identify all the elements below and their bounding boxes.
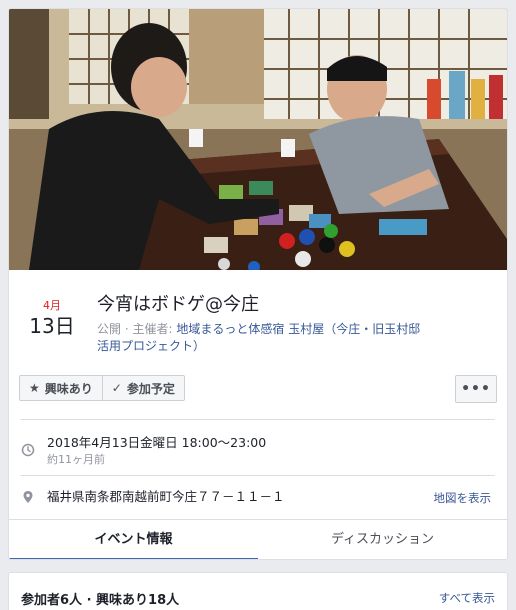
attendance-summary: 参加者6人 · 興味あり18人	[21, 593, 180, 608]
event-cover-photo[interactable]	[9, 9, 507, 270]
event-card: 4月 13日 今宵はボドゲ@今庄 公開 · 主催者: 地域まるっと体感宿 玉村屋…	[8, 8, 508, 560]
event-meta: 公開 · 主催者: 地域まるっと体感宿 玉村屋（今庄・旧玉村邸 活用プロジェクト…	[97, 321, 487, 355]
interested-label: 興味あり	[44, 381, 93, 396]
event-address[interactable]: 福井県南条郡南越前町今庄７７－１１－１	[47, 488, 285, 505]
check-icon: ✓	[111, 381, 122, 395]
going-label: 参加予定	[126, 381, 175, 396]
attendance-card: 参加者6人 · 興味あり18人 すべて表示	[8, 572, 508, 610]
event-visibility: 公開	[97, 322, 122, 336]
event-action-buttons: ★ 興味あり ✓ 参加予定	[19, 375, 185, 401]
star-icon: ★	[29, 381, 40, 395]
event-date-block: 4月 13日	[25, 299, 79, 339]
location-pin-icon	[23, 491, 33, 503]
cover-photo-image	[9, 9, 507, 270]
event-day: 13日	[29, 314, 75, 338]
going-button[interactable]: ✓ 参加予定	[102, 375, 185, 401]
event-relative-time: 約11ヶ月前	[47, 453, 105, 466]
clock-icon	[21, 443, 35, 457]
event-month: 4月	[43, 299, 61, 312]
tab-event-info[interactable]: イベント情報	[9, 520, 258, 559]
host-link-continued[interactable]: 活用プロジェクト）	[97, 339, 205, 353]
see-all-link[interactable]: すべて表示	[439, 590, 495, 606]
show-map-link[interactable]: 地図を表示	[434, 490, 492, 506]
meta-separator: ·	[124, 322, 129, 336]
interested-button[interactable]: ★ 興味あり	[19, 375, 103, 401]
event-datetime[interactable]: 2018年4月13日金曜日 18:00〜23:00	[47, 434, 266, 451]
event-tabs: イベント情報 ディスカッション	[9, 519, 507, 559]
host-link[interactable]: 地域まるっと体感宿 玉村屋（今庄・旧玉村邸	[176, 322, 420, 336]
event-title: 今宵はボドゲ@今庄	[97, 294, 259, 315]
tab-discussion[interactable]: ディスカッション	[258, 520, 507, 559]
divider	[21, 475, 495, 476]
more-options-button[interactable]: •••	[455, 375, 497, 403]
host-label: 主催者:	[132, 322, 173, 336]
divider	[21, 419, 495, 420]
